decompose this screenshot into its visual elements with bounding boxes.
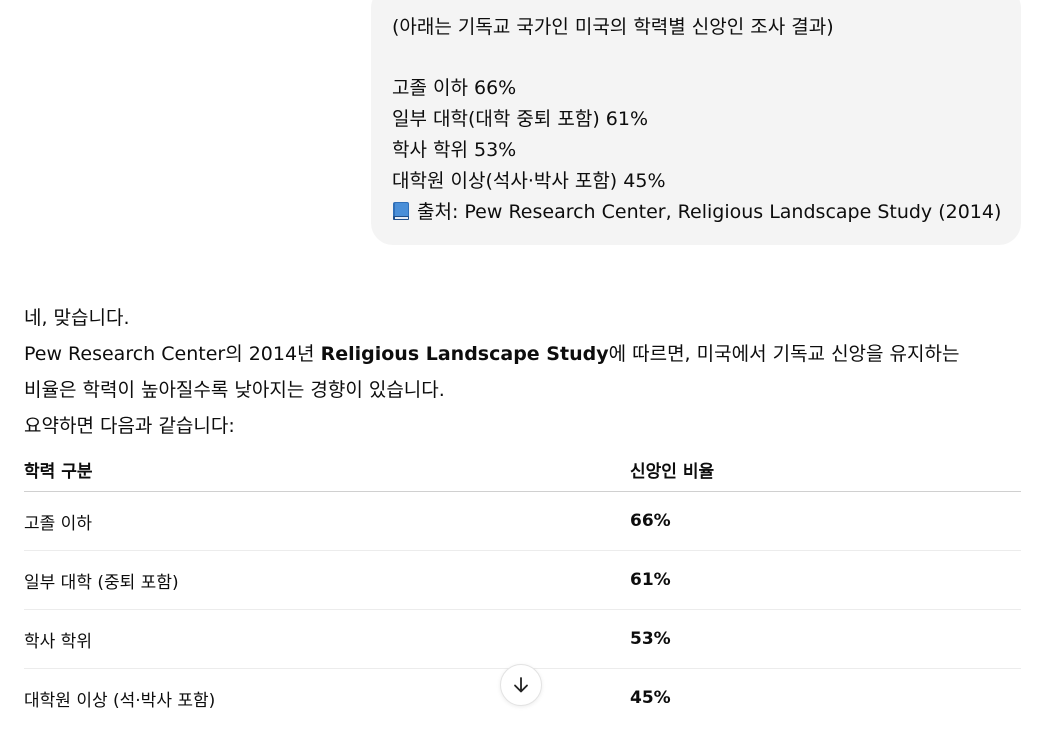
table-cell: 61% — [630, 570, 671, 590]
assistant-line: 네, 맞습니다. — [24, 307, 130, 329]
arrow-down-icon — [514, 677, 528, 693]
table-cell: 고졸 이하 — [24, 513, 92, 534]
table-header-cell: 학력 구분 — [24, 462, 93, 482]
user-message-line: 대학원 이상(석사·박사 포함) 45% — [392, 170, 666, 192]
scroll-to-bottom-button[interactable] — [500, 664, 542, 706]
table-row: 학사 학위 53% — [24, 610, 1021, 669]
user-message-line: 고졸 이하 66% — [392, 77, 517, 99]
assistant-message: 네, 맞습니다. Pew Research Center의 2014년 Reli… — [24, 300, 1024, 444]
table-cell: 일부 대학 (중퇴 포함) — [24, 572, 179, 593]
user-message-intro: (아래는 기독교 국가인 미국의 학력별 신앙인 조사 결과) — [392, 16, 834, 38]
table-header-cell: 신앙인 비율 — [630, 462, 715, 482]
assistant-text: Pew Research Center의 2014년 — [24, 343, 321, 365]
table-cell: 66% — [630, 511, 671, 531]
user-message-source: 출처: Pew Research Center, Religious Lands… — [417, 201, 1002, 223]
table-row: 고졸 이하 66% — [24, 492, 1021, 551]
table-cell: 53% — [630, 629, 671, 649]
blue-book-icon — [393, 202, 409, 220]
table-row: 일부 대학 (중퇴 포함) 61% — [24, 551, 1021, 610]
user-message-line: 일부 대학(대학 중퇴 포함) 61% — [392, 108, 649, 130]
user-message-line: 학사 학위 53% — [392, 139, 517, 161]
table-cell: 학사 학위 — [24, 631, 92, 652]
table-cell: 45% — [630, 688, 671, 708]
user-message-bubble: (아래는 기독교 국가인 미국의 학력별 신앙인 조사 결과) 고졸 이하 66… — [371, 0, 1021, 245]
chat-page: (아래는 기독교 국가인 미국의 학력별 신앙인 조사 결과) 고졸 이하 66… — [0, 0, 1037, 734]
assistant-text: 에 따르면, 미국에서 기독교 신앙을 유지하는 — [608, 343, 960, 365]
assistant-bold-text: Religious Landscape Study — [320, 343, 609, 365]
user-message-source-line: 출처: Pew Research Center, Religious Lands… — [392, 197, 1001, 228]
assistant-line: Pew Research Center의 2014년 Religious Lan… — [24, 336, 1024, 372]
assistant-line: 비율은 학력이 높아질수록 낮아지는 경향이 있습니다. — [24, 379, 445, 401]
table-header-row: 학력 구분 신앙인 비율 — [24, 448, 1021, 492]
assistant-line: 요약하면 다음과 같습니다: — [24, 415, 235, 437]
